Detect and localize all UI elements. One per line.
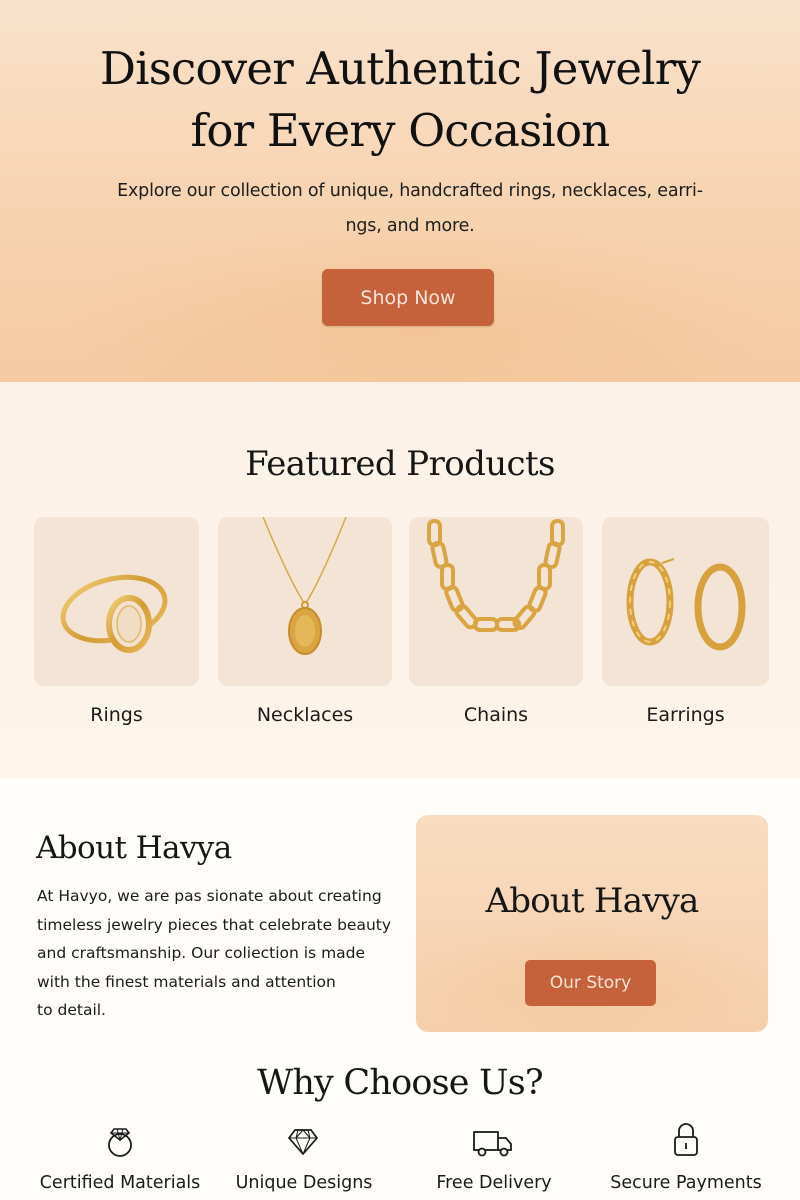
- hero-subtitle-line-1: Explore our collection of unique, handcr…: [117, 181, 703, 201]
- truck-icon: [473, 1131, 512, 1157]
- about-text-line: timeless jewelry pieces that celebrate b…: [37, 915, 392, 934]
- necklace-image[interactable]: [218, 517, 392, 686]
- earrings-icon: [626, 558, 746, 651]
- our-story-button[interactable]: Our Story: [525, 960, 656, 1006]
- ring-image[interactable]: [34, 517, 199, 686]
- lock-icon: [674, 1123, 698, 1156]
- diamond-icon: [287, 1129, 319, 1156]
- ring-icon: [108, 1128, 132, 1157]
- about-section: About Havya At Havyo, we are pas sionate…: [0, 778, 800, 1058]
- about-text-line: with the finest materials and attention: [37, 972, 336, 991]
- product-card-necklaces[interactable]: Necklaces: [218, 517, 392, 726]
- about-text-line: to detail.: [37, 1001, 106, 1019]
- featured-products-title: Featured Products: [245, 444, 555, 484]
- why-choose-us-section: Why Choose Us? Certified Materials Uniqu…: [0, 1058, 800, 1200]
- about-card-title: About Havya: [485, 881, 700, 921]
- why-choose-us-title: Why Choose Us?: [257, 1063, 544, 1103]
- product-card-earrings[interactable]: Earrings: [602, 517, 769, 726]
- about-text-line: and craftsmanship. Our coliection is mad…: [37, 944, 366, 962]
- product-card-chains[interactable]: Chains: [409, 517, 583, 726]
- earrings-image[interactable]: [602, 517, 769, 686]
- feature-label: Secure Payments: [610, 1173, 762, 1193]
- product-label-necklaces: Necklaces: [256, 704, 354, 726]
- product-label-earrings: Earrings: [646, 704, 725, 726]
- about-heading: About Havya: [36, 830, 232, 866]
- necklace-icon: [262, 517, 347, 655]
- hero-subtitle: Explore our collection of unique, handcr…: [90, 174, 730, 244]
- feature-label: Certified Materials: [39, 1173, 201, 1193]
- hero-section: Discover Authentic Jewelry for Every Occ…: [0, 0, 800, 382]
- featured-products-section: Featured Products Rings Necklaces Chains…: [0, 382, 800, 778]
- chain-image[interactable]: [409, 517, 583, 686]
- hero-title-line-1: Discover Authentic Jewelry: [99, 42, 701, 95]
- ring-icon: [60, 574, 168, 653]
- hero-title: Discover Authentic Jewelry for Every Occ…: [0, 38, 800, 162]
- feature-label: Unique Designs: [235, 1173, 373, 1193]
- product-label-chains: Chains: [463, 704, 529, 726]
- product-card-rings[interactable]: Rings: [34, 517, 199, 726]
- chain-icon: [427, 519, 565, 632]
- about-card: About Havya Our Story: [416, 815, 768, 1032]
- feature-label: Free Delivery: [436, 1173, 552, 1193]
- about-text-line: At Havyo, we are pas sionate about creat…: [37, 887, 382, 905]
- shop-now-button[interactable]: Shop Now: [322, 269, 494, 326]
- about-text: At Havyo, we are pas sionate about creat…: [37, 882, 407, 1025]
- hero-title-line-2: for Every Occasion: [190, 104, 611, 157]
- product-label-rings: Rings: [90, 704, 143, 726]
- hero-subtitle-line-2: ngs, and more.: [345, 216, 475, 236]
